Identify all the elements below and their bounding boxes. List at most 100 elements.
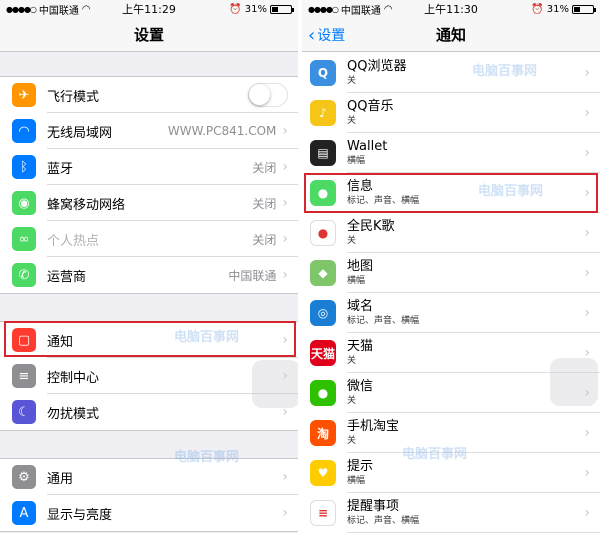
watermark: 电脑百事网 bbox=[472, 64, 538, 79]
chevron-right-icon: › bbox=[584, 145, 590, 161]
chevron-right-icon: › bbox=[282, 159, 288, 175]
hotspot-icon: ∞ bbox=[12, 227, 36, 251]
app-name: 域名 bbox=[347, 299, 374, 314]
settings-row-wifi[interactable]: ◠ 无线局域网 WWW.PC841.COM › bbox=[0, 113, 298, 149]
settings-row-value: 关闭 bbox=[252, 160, 277, 175]
chevron-right-icon: › bbox=[584, 65, 590, 81]
settings-group-connectivity: ✈ 飞行模式 ◠ 无线局域网 WWW.PC841.COM › ᛒ 蓝牙 关闭 › ◉ 蜂窝移动网络 关闭… bbox=[0, 76, 298, 294]
app-row-text: QQ音乐关 bbox=[347, 99, 584, 127]
settings-row-bluetooth[interactable]: ᛒ 蓝牙 关闭 › bbox=[0, 149, 298, 185]
chevron-right-icon: › bbox=[584, 265, 590, 281]
domain-icon: ◎ bbox=[310, 300, 336, 326]
watermark: 电脑百事网 bbox=[174, 450, 240, 465]
app-name: 天猫 bbox=[347, 339, 374, 354]
settings-row-value: 关闭 bbox=[252, 196, 277, 211]
assistive-touch-button[interactable] bbox=[550, 358, 598, 406]
app-notification-style: 标记、声音、横幅 bbox=[347, 316, 420, 326]
app-row-qq-browser[interactable]: Q QQ浏览器关 › bbox=[302, 53, 600, 93]
notifications-screen: ●●●●○ 中国联通 ◠ 上午11:30 ⏰ 31% ‹ 设置 通知 Q QQ浏览… bbox=[302, 0, 600, 533]
app-name: Wallet bbox=[347, 139, 388, 154]
settings-row-brightness[interactable]: A 显示与亮度 › bbox=[0, 495, 298, 531]
gear-icon: ⚙ bbox=[12, 465, 36, 489]
taobao-icon: 淘 bbox=[310, 420, 336, 446]
wifi-status-icon: ◠ bbox=[81, 3, 91, 15]
status-time: 上午11:29 bbox=[122, 3, 176, 16]
maps-icon: ◆ bbox=[310, 260, 336, 286]
wechat-icon: ● bbox=[310, 380, 336, 406]
app-row-reminders[interactable]: ≡ 提醒事项 标记、声音、横幅 › bbox=[302, 493, 600, 533]
chevron-right-icon: › bbox=[584, 305, 590, 321]
watermark: 电脑百事网 bbox=[478, 184, 544, 199]
signal-icon: ●●●●○ bbox=[308, 4, 339, 14]
app-row-wallet[interactable]: ▤ Wallet 横幅 › bbox=[302, 133, 600, 173]
watermark: 电脑百事网 bbox=[402, 447, 468, 462]
settings-row-airplane[interactable]: ✈ 飞行模式 bbox=[0, 77, 298, 113]
app-row-qq-music[interactable]: ♪ QQ音乐关 › bbox=[302, 93, 600, 133]
app-notification-style: 关 bbox=[347, 356, 357, 366]
settings-row-label: 勿扰模式 bbox=[47, 406, 100, 422]
wallet-icon: ▤ bbox=[310, 140, 336, 166]
settings-row-label: 控制中心 bbox=[47, 370, 100, 386]
settings-row-label: 个人热点 bbox=[47, 233, 100, 249]
chevron-right-icon: › bbox=[282, 123, 288, 139]
phone-icon: ✆ bbox=[12, 263, 36, 287]
app-notification-style: 关 bbox=[347, 76, 357, 86]
chevron-right-icon: › bbox=[282, 469, 288, 485]
settings-row-hotspot[interactable]: ∞ 个人热点 关闭 › bbox=[0, 221, 298, 257]
settings-row-value: 关闭 bbox=[252, 232, 277, 247]
assistive-touch-button[interactable] bbox=[252, 360, 298, 408]
chevron-right-icon: › bbox=[584, 465, 590, 481]
chevron-right-icon: › bbox=[584, 425, 590, 441]
airplane-icon: ✈ bbox=[12, 83, 36, 107]
status-bar: ●●●●○ 中国联通 ◠ 上午11:30 ⏰ 31% bbox=[302, 0, 600, 18]
settings-row-value: 中国联通 bbox=[228, 268, 277, 283]
settings-row-cellular[interactable]: ◉ 蜂窝移动网络 关闭 › bbox=[0, 185, 298, 221]
settings-row-label: 蜂窝移动网络 bbox=[47, 197, 126, 213]
app-row-text: 天猫关 bbox=[347, 339, 584, 367]
cellular-icon: ◉ bbox=[12, 191, 36, 215]
app-row-text: 域名标记、声音、横幅 bbox=[347, 299, 584, 327]
settings-group-general: ⚙ 通用 › A 显示与亮度 › bbox=[0, 458, 298, 532]
brightness-icon: A bbox=[12, 501, 36, 525]
bluetooth-icon: ᛒ bbox=[12, 155, 36, 179]
carrier-label: 中国联通 bbox=[340, 5, 381, 17]
alarm-icon: ⏰ bbox=[531, 3, 544, 15]
signal-icon: ●●●●○ bbox=[6, 4, 37, 14]
app-notification-style: 关 bbox=[347, 116, 357, 126]
app-name: QQ浏览器 bbox=[347, 59, 407, 74]
app-row-text: 提醒事项 标记、声音、横幅 bbox=[347, 499, 584, 527]
settings-row-label: 蓝牙 bbox=[47, 161, 74, 177]
app-notification-style: 横幅 bbox=[347, 156, 366, 166]
app-notification-style: 横幅 bbox=[347, 476, 366, 486]
app-name: 手机淘宝 bbox=[347, 419, 400, 434]
app-row-maps[interactable]: ◆ 地图 横幅 › bbox=[302, 253, 600, 293]
chevron-right-icon: › bbox=[282, 505, 288, 521]
chevron-right-icon: › bbox=[282, 231, 288, 247]
kge-icon: ● bbox=[310, 220, 336, 246]
app-row-kge[interactable]: ● 全民K歌关 › bbox=[302, 213, 600, 253]
app-row-text: Wallet 横幅 bbox=[347, 139, 584, 167]
settings-row-gear[interactable]: ⚙ 通用 › bbox=[0, 459, 298, 495]
chevron-right-icon: › bbox=[584, 105, 590, 121]
qq-browser-icon: Q bbox=[310, 60, 336, 86]
alarm-icon: ⏰ bbox=[229, 3, 242, 15]
settings-row-label: 运营商 bbox=[47, 269, 87, 285]
battery-percent: 31% bbox=[546, 3, 569, 15]
tips-icon: ♥ bbox=[310, 460, 336, 486]
app-row-domain[interactable]: ◎ 域名 标记、声音、横幅 › bbox=[302, 293, 600, 333]
app-name: 地图 bbox=[347, 259, 374, 274]
chevron-left-icon: ‹ bbox=[308, 24, 316, 46]
status-bar: ●●●●○ 中国联通 ◠ 上午11:29 ⏰ 31% bbox=[0, 0, 298, 18]
toggle-knob bbox=[249, 84, 270, 105]
chevron-right-icon: › bbox=[282, 267, 288, 283]
battery-icon bbox=[270, 4, 294, 14]
app-name: QQ音乐 bbox=[347, 99, 394, 114]
app-row-text: 微信关 bbox=[347, 379, 584, 407]
settings-row-phone[interactable]: ✆ 运营商 中国联通 › bbox=[0, 257, 298, 293]
back-button[interactable]: ‹ 设置 bbox=[308, 18, 345, 52]
wifi-icon: ◠ bbox=[12, 119, 36, 143]
highlight-notifications bbox=[4, 321, 296, 357]
chevron-right-icon: › bbox=[584, 505, 590, 521]
airplane-mode-toggle[interactable] bbox=[248, 83, 288, 107]
settings-row-label: 通用 bbox=[47, 471, 74, 487]
